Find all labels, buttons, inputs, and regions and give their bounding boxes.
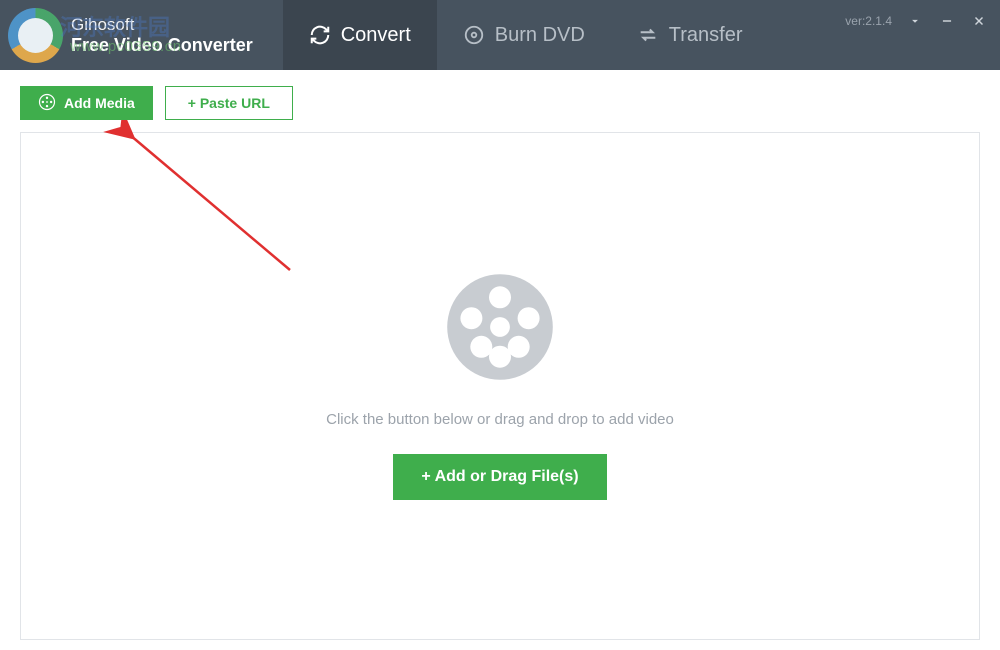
add-media-label: Add Media	[64, 95, 135, 111]
refresh-icon	[309, 24, 331, 46]
paste-url-button[interactable]: + Paste URL	[165, 86, 293, 120]
brand-subtitle: Free Video Converter	[71, 35, 253, 56]
tab-transfer[interactable]: Transfer	[611, 0, 769, 70]
version-label: ver:2.1.4	[845, 14, 892, 28]
disc-icon	[463, 24, 485, 46]
close-button[interactable]	[964, 8, 994, 34]
brand-area: Gihosoft Free Video Converter 河东软件园 www.…	[0, 0, 253, 70]
add-or-drag-label: + Add or Drag File(s)	[421, 468, 578, 485]
paste-url-label: + Paste URL	[188, 95, 270, 111]
empty-state-hint: Click the button below or drag and drop …	[326, 411, 674, 428]
transfer-icon	[637, 24, 659, 46]
tab-burn-label: Burn DVD	[495, 24, 585, 47]
film-reel-large-icon	[445, 272, 555, 387]
tab-convert[interactable]: Convert	[283, 0, 437, 70]
tab-transfer-label: Transfer	[669, 24, 743, 47]
titlebar: Gihosoft Free Video Converter 河东软件园 www.…	[0, 0, 1000, 70]
dropdown-button[interactable]	[900, 8, 930, 34]
drop-zone[interactable]: Click the button below or drag and drop …	[20, 132, 980, 640]
film-reel-icon	[38, 93, 56, 114]
window-controls: ver:2.1.4	[845, 0, 1000, 70]
add-media-button[interactable]: Add Media	[20, 86, 153, 120]
minimize-button[interactable]	[932, 8, 962, 34]
brand-name: Gihosoft	[71, 15, 253, 35]
main-tabs: Convert Burn DVD Transfer	[283, 0, 769, 70]
tab-burn-dvd[interactable]: Burn DVD	[437, 0, 611, 70]
app-logo-icon	[8, 8, 63, 63]
add-or-drag-files-button[interactable]: + Add or Drag File(s)	[393, 454, 606, 500]
toolbar: Add Media + Paste URL	[0, 70, 1000, 132]
tab-convert-label: Convert	[341, 24, 411, 47]
